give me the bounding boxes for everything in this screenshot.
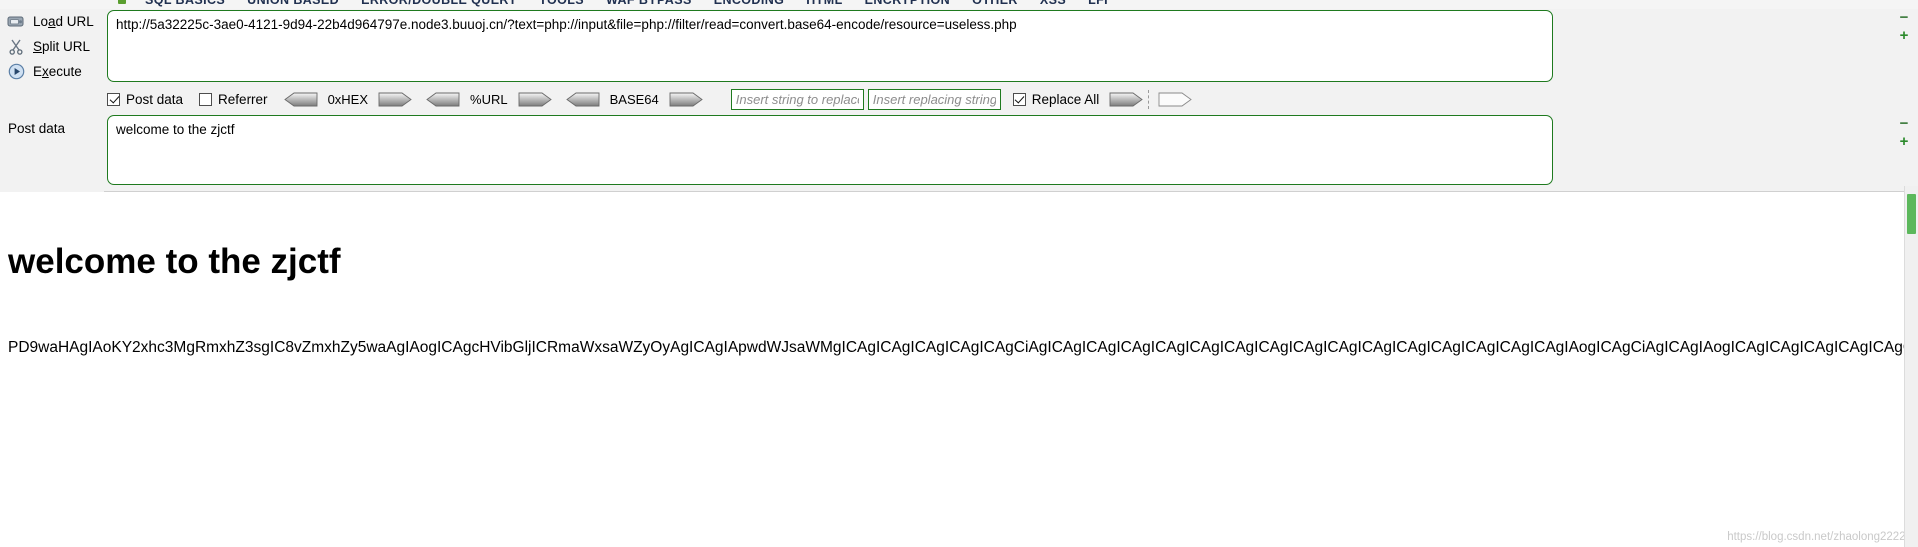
referrer-checkbox-label: Referrer xyxy=(218,91,268,107)
referrer-checkbox[interactable]: Referrer xyxy=(199,92,268,107)
hex-encode-arrow-icon[interactable] xyxy=(378,92,412,107)
menu-item-waf-bypass[interactable]: WAF BYPASS xyxy=(595,0,703,7)
encoder-label-hex: 0xHEX xyxy=(327,91,369,107)
post-data-section-label: Post data xyxy=(8,121,66,136)
toolbar-divider xyxy=(1148,89,1150,109)
hackbar-options-row: Post data Referrer 0xHEX %URL BASE64 Ins… xyxy=(107,88,1557,110)
url-remove-button[interactable]: − xyxy=(1896,10,1912,25)
execute-label: Execute xyxy=(33,64,82,79)
menu-item-union-based[interactable]: UNION BASED xyxy=(236,0,350,7)
url-input[interactable] xyxy=(107,10,1553,82)
base64-decode-arrow-icon[interactable] xyxy=(565,92,600,107)
encoder-group-url: %URL xyxy=(426,92,552,107)
base64-encode-arrow-icon[interactable] xyxy=(669,92,703,107)
menu-item-sql-basics[interactable]: SQL BASICS xyxy=(134,0,236,7)
blog-watermark: https://blog.csdn.net/zhaolong22222 xyxy=(1727,531,1912,543)
encoder-label-url: %URL xyxy=(470,91,508,107)
menu-item-tools[interactable]: TOOLS xyxy=(528,0,595,7)
replace-to-input[interactable] xyxy=(867,88,1001,110)
hex-decode-arrow-icon[interactable] xyxy=(283,92,318,107)
menu-item-error-double-query[interactable]: ERROR/DOUBLE QUERY xyxy=(350,0,528,7)
load-url-label: Load URL xyxy=(33,14,94,29)
browser-window: SQL BASICSUNION BASEDERROR/DOUBLE QUERYT… xyxy=(0,0,1918,547)
split-url-button[interactable]: Split URL xyxy=(0,34,104,59)
menu-item-encoding[interactable]: ENCODING xyxy=(703,0,796,7)
menu-bullet-icon xyxy=(118,0,126,4)
post-data-checkbox-label: Post data xyxy=(126,91,184,107)
replace-from-input[interactable] xyxy=(730,88,864,110)
execute-play-icon xyxy=(5,62,27,82)
encoder-label-base64: BASE64 xyxy=(609,91,659,107)
page-scrollbar[interactable] xyxy=(1904,186,1918,547)
hackbar-command-column: Load URL Split URL Execute Post data xyxy=(0,9,104,192)
url-add-button[interactable]: + xyxy=(1896,28,1912,43)
replace-all-checkbox-label: Replace All xyxy=(1031,91,1100,107)
page-scrollbar-thumb[interactable] xyxy=(1907,194,1916,234)
hackbar-menu-items: SQL BASICSUNION BASEDERROR/DOUBLE QUERYT… xyxy=(0,0,1119,7)
page-content: welcome to the zjctf PD9waHAgIAoKY2xhc3M… xyxy=(0,192,1918,547)
encoder-group-hex: 0xHEX xyxy=(283,91,412,107)
menu-item-lfi[interactable]: LFI xyxy=(1077,0,1119,7)
replace-all-checkbox-box[interactable] xyxy=(1012,92,1026,106)
load-url-button[interactable]: Load URL xyxy=(0,9,104,34)
menu-item-html[interactable]: HTML xyxy=(795,0,853,7)
menu-item-encryption[interactable]: ENCRYPTION xyxy=(854,0,962,7)
encoder-group-base64: BASE64 xyxy=(565,91,703,107)
referrer-checkbox-box[interactable] xyxy=(199,92,213,106)
split-url-icon xyxy=(5,37,27,57)
replace-all-checkbox[interactable]: Replace All xyxy=(1012,91,1100,107)
menu-item-other[interactable]: OTHER xyxy=(961,0,1029,7)
post-remove-button[interactable]: − xyxy=(1896,116,1912,131)
replace-secondary-arrow-icon[interactable] xyxy=(1158,92,1193,107)
url-decode-arrow-icon[interactable] xyxy=(426,92,460,107)
hackbar-panel: SQL BASICSUNION BASEDERROR/DOUBLE QUERYT… xyxy=(0,0,1918,192)
split-url-label: Split URL xyxy=(33,39,91,54)
hackbar-menu-strip: SQL BASICSUNION BASEDERROR/DOUBLE QUERYT… xyxy=(0,0,1918,9)
base64-output-text: PD9waHAgIAoKY2xhc3MgRmxhZ3sgIC8vZmxhZy5w… xyxy=(8,339,1916,356)
execute-button[interactable]: Execute xyxy=(0,59,104,84)
load-url-icon xyxy=(5,12,27,32)
url-encode-arrow-icon[interactable] xyxy=(518,92,552,107)
post-data-checkbox-box[interactable] xyxy=(107,92,120,106)
post-add-button[interactable]: + xyxy=(1896,134,1912,149)
replace-apply-arrow-icon[interactable] xyxy=(1109,92,1144,107)
post-data-input[interactable] xyxy=(107,115,1553,185)
menu-item-xss[interactable]: XSS xyxy=(1029,0,1077,7)
post-data-checkbox[interactable]: Post data xyxy=(107,92,183,107)
page-title: welcome to the zjctf xyxy=(8,242,341,281)
